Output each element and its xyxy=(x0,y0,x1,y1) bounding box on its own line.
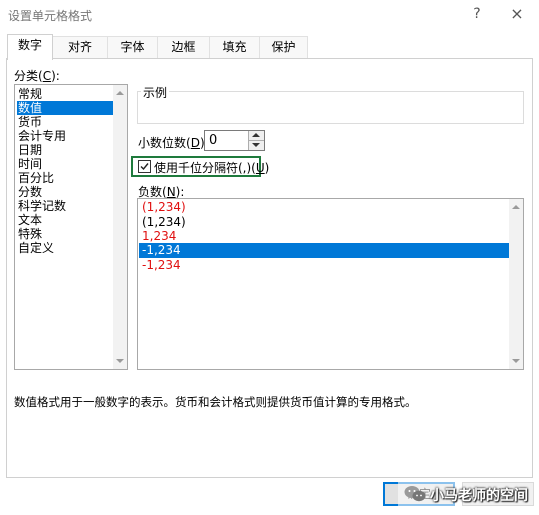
spin-down-icon xyxy=(252,143,260,147)
category-item-general[interactable]: 常规 xyxy=(17,87,42,101)
negative-format-item[interactable]: (1,234) xyxy=(139,215,512,230)
tab-label: 边框 xyxy=(171,40,196,54)
thousands-label-end: ) xyxy=(264,161,270,175)
decimal-places-spinner[interactable]: 0 xyxy=(204,130,265,151)
scroll-up-icon[interactable] xyxy=(116,91,124,95)
category-item-time[interactable]: 时间 xyxy=(17,157,42,171)
thousands-label-text: 使用千位分隔符(,)( xyxy=(154,161,256,175)
negative-format-item[interactable]: 1,234 xyxy=(139,229,512,244)
category-item-custom[interactable]: 自定义 xyxy=(17,241,54,255)
tab-border[interactable]: 边框 xyxy=(158,36,210,58)
help-icon[interactable]: ? xyxy=(466,4,488,24)
tab-label: 字体 xyxy=(120,40,145,54)
tab-fill[interactable]: 填充 xyxy=(210,36,260,58)
tab-font[interactable]: 字体 xyxy=(108,36,158,58)
sample-box xyxy=(137,91,524,124)
negative-scrollbar[interactable] xyxy=(509,199,523,369)
decimal-places-label: 小数位数(D): xyxy=(138,134,209,151)
spin-up-icon xyxy=(252,133,260,137)
category-label-key: C xyxy=(42,69,52,83)
tab-number[interactable]: 数字 xyxy=(7,34,53,60)
sample-label: 示例 xyxy=(141,84,170,101)
tab-label: 保护 xyxy=(271,40,296,54)
decimal-places-input[interactable]: 0 xyxy=(209,133,217,148)
title-bar: 设置单元格格式 ? × xyxy=(0,0,539,28)
wechat-icon xyxy=(404,486,426,502)
watermark: 小马老师的空间 xyxy=(398,480,539,508)
spin-down-button[interactable] xyxy=(248,141,264,150)
close-icon[interactable]: × xyxy=(506,4,528,24)
negative-label-end: ): xyxy=(175,185,185,199)
category-item-fraction[interactable]: 分数 xyxy=(17,185,42,199)
tab-label: 填充 xyxy=(222,40,247,54)
thousands-checkbox[interactable] xyxy=(138,160,151,173)
spin-up-button[interactable] xyxy=(248,131,264,141)
checkmark-icon xyxy=(140,163,149,171)
category-item-accounting[interactable]: 会计专用 xyxy=(17,129,66,143)
thousands-label-key: U xyxy=(255,161,265,175)
tab-label: 数字 xyxy=(17,38,42,52)
category-item-date[interactable]: 日期 xyxy=(17,143,42,157)
category-scrollbar[interactable] xyxy=(113,85,127,369)
category-label-end: ): xyxy=(51,69,60,83)
watermark-text: 小马老师的空间 xyxy=(430,488,528,504)
negative-format-item[interactable]: (1,234) xyxy=(139,200,512,215)
category-label: 分类(C): xyxy=(14,67,60,84)
category-item-special[interactable]: 特殊 xyxy=(17,227,42,241)
tab-alignment[interactable]: 对齐 xyxy=(53,36,108,58)
scroll-down-icon[interactable] xyxy=(116,359,124,363)
category-item-text[interactable]: 文本 xyxy=(17,213,42,227)
category-label-text: 分类( xyxy=(14,69,43,83)
category-list[interactable]: 常规 数值 货币 会计专用 日期 时间 百分比 分数 科学记数 文本 特殊 自定… xyxy=(14,84,128,370)
decimal-label-text: 小数位数( xyxy=(138,136,191,150)
category-item-percentage[interactable]: 百分比 xyxy=(17,171,54,185)
thousands-label[interactable]: 使用千位分隔符(,)(U) xyxy=(154,159,269,176)
negative-label-key: N xyxy=(166,185,176,199)
negative-label-text: 负数( xyxy=(138,185,167,199)
negative-numbers-list[interactable]: (1,234) (1,234) 1,234 -1,234 -1,234 xyxy=(137,198,524,370)
negative-format-item[interactable]: -1,234 xyxy=(139,258,512,273)
scroll-down-icon[interactable] xyxy=(512,359,520,363)
tab-label: 对齐 xyxy=(67,40,92,54)
window-title: 设置单元格格式 xyxy=(8,9,93,23)
category-item-number[interactable]: 数值 xyxy=(17,101,114,115)
scroll-up-icon[interactable] xyxy=(512,205,520,209)
negative-format-item-selected[interactable]: -1,234 xyxy=(139,243,512,258)
category-item-currency[interactable]: 货币 xyxy=(17,115,42,129)
decimal-label-key: D xyxy=(190,136,200,150)
tab-protection[interactable]: 保护 xyxy=(260,36,308,58)
category-item-scientific[interactable]: 科学记数 xyxy=(17,199,66,213)
format-description: 数值格式用于一般数字的表示。货币和会计格式则提供货币值计算的专用格式。 xyxy=(14,395,417,409)
